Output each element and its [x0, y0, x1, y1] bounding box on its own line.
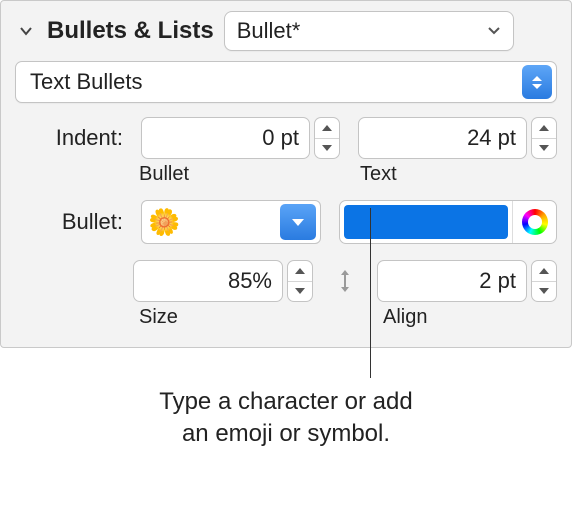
list-style-popup[interactable]: Bullet*: [224, 11, 514, 51]
bullet-type-popup[interactable]: Text Bullets: [15, 61, 557, 103]
popup-arrows-icon: [522, 65, 552, 99]
chevron-down-icon: [487, 26, 501, 36]
text-indent-field[interactable]: 24 pt: [358, 117, 527, 159]
bullet-indent-caption: Bullet: [133, 163, 336, 186]
bullet-align-stepper[interactable]: [531, 260, 557, 302]
bullet-indent-stepper[interactable]: [314, 117, 340, 159]
vertical-align-icon: [331, 268, 359, 294]
list-style-value: Bullet*: [237, 18, 477, 44]
bullet-type-value: Text Bullets: [30, 69, 518, 95]
bullet-indent-field[interactable]: 0 pt: [141, 117, 310, 159]
bullet-character-field[interactable]: 🌼: [141, 200, 321, 244]
bullet-character-menu-button[interactable]: [280, 204, 316, 240]
align-caption: Align: [377, 306, 557, 329]
section-header: Bullets & Lists Bullet*: [15, 11, 557, 51]
bullet-size-field[interactable]: 85%: [133, 260, 283, 302]
bullets-lists-panel: Bullets & Lists Bullet* Text Bullets Ind…: [0, 0, 572, 348]
text-indent-caption: Text: [354, 163, 557, 186]
color-wheel-icon: [522, 209, 548, 235]
callout-text: Type a character or add an emoji or symb…: [0, 348, 572, 451]
size-caption: Size: [133, 306, 313, 329]
section-title: Bullets & Lists: [47, 17, 214, 45]
disclosure-chevron-icon[interactable]: [15, 20, 37, 42]
bullet-label: Bullet:: [15, 209, 123, 235]
color-picker-button[interactable]: [512, 201, 556, 243]
indent-label: Indent:: [15, 125, 123, 151]
bullet-size-stepper[interactable]: [287, 260, 313, 302]
bullet-glyph: 🌼: [148, 207, 280, 238]
color-swatch: [344, 205, 508, 239]
bullet-align-field[interactable]: 2 pt: [377, 260, 527, 302]
text-indent-stepper[interactable]: [531, 117, 557, 159]
bullet-color-well[interactable]: [339, 200, 557, 244]
